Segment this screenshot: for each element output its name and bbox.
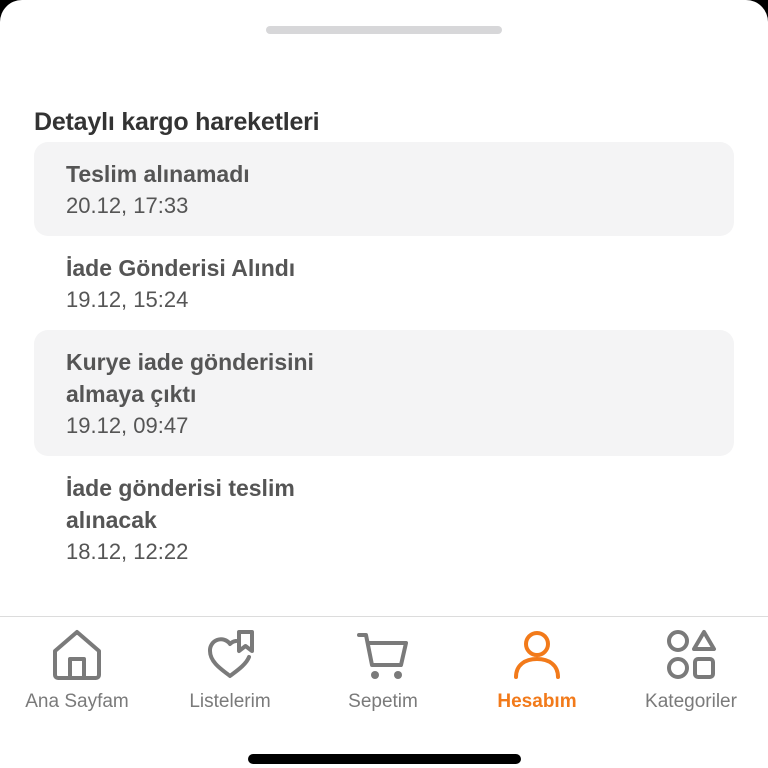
cart-icon <box>357 633 408 679</box>
event-time: 20.12, 17:33 <box>66 193 189 218</box>
cargo-event-item: İade Gönderisi Alındı 19.12, 15:24 <box>34 236 734 330</box>
tab-lists[interactable]: Listelerim <box>153 627 307 727</box>
heart-bookmark-icon <box>208 630 254 678</box>
event-status: Kurye iade gönderisini almaya çıktı <box>66 349 314 407</box>
cargo-event-item: Kurye iade gönderisini almaya çıktı 19.1… <box>34 330 734 456</box>
sheet-grabber-handle[interactable] <box>266 26 502 34</box>
tab-label: Listelerim <box>189 691 271 712</box>
user-icon <box>514 631 560 679</box>
tab-label: Sepetim <box>348 691 418 712</box>
tab-home[interactable]: Ana Sayfam <box>0 627 154 727</box>
cargo-events-list: Teslim alınamadı 20.12, 17:33 İade Gönde… <box>34 142 734 582</box>
event-time: 19.12, 15:24 <box>66 287 189 312</box>
tab-label: Hesabım <box>497 691 577 712</box>
tab-cart[interactable]: Sepetim <box>306 627 460 727</box>
event-status: Teslim alınamadı <box>66 161 250 187</box>
event-status: İade Gönderisi Alındı <box>66 255 296 281</box>
tab-label: Ana Sayfam <box>25 691 129 712</box>
tab-categories[interactable]: Kategoriler <box>614 627 768 727</box>
event-time: 18.12, 12:22 <box>66 539 189 564</box>
tab-label: Kategoriler <box>645 691 737 712</box>
section-title: Detaylı kargo hareketleri <box>34 108 320 136</box>
event-status: İade gönderisi teslim alınacak <box>66 475 295 533</box>
bottom-sheet: Detaylı kargo hareketleri Teslim alınama… <box>0 0 768 768</box>
home-indicator[interactable] <box>248 754 521 764</box>
event-time: 19.12, 09:47 <box>66 413 189 438</box>
home-icon <box>53 630 101 680</box>
categories-icon <box>667 630 716 679</box>
bottom-tab-bar: Ana Sayfam Listelerim Sepetim Hesabım Ka… <box>0 616 768 768</box>
tab-account[interactable]: Hesabım <box>460 627 614 727</box>
cargo-event-item: İade gönderisi teslim alınacak 18.12, 12… <box>34 456 734 582</box>
cargo-event-item: Teslim alınamadı 20.12, 17:33 <box>34 142 734 236</box>
